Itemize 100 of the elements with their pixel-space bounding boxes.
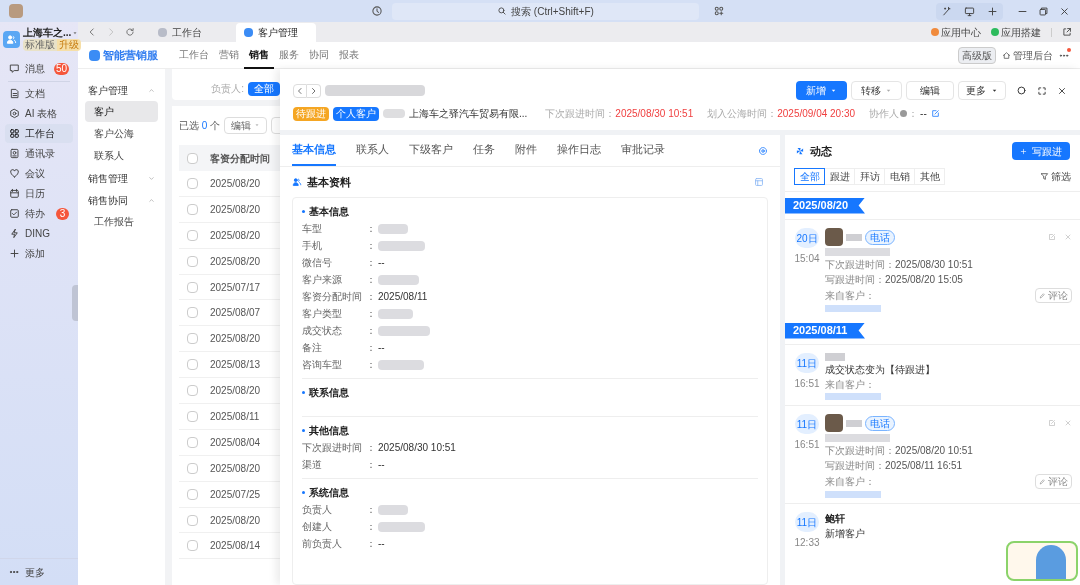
row-checkbox[interactable] xyxy=(187,462,198,474)
sidebar-item[interactable]: AI 表格 xyxy=(5,104,73,123)
caret-icon xyxy=(254,122,261,128)
previous-icon[interactable] xyxy=(293,83,307,98)
menu-group[interactable]: 客户管理 xyxy=(85,79,158,101)
redacted-block xyxy=(378,240,425,251)
row-checkbox[interactable] xyxy=(187,436,198,448)
plus-icon xyxy=(1020,147,1027,155)
row-checkbox[interactable] xyxy=(187,333,198,345)
next-icon[interactable] xyxy=(307,83,321,98)
filter-tab[interactable]: 其他 xyxy=(914,167,945,185)
detail-tab[interactable]: 任务 xyxy=(473,135,495,166)
popout-icon[interactable] xyxy=(1062,27,1072,37)
comment-button[interactable]: 评论 xyxy=(1035,288,1072,303)
detail-tab[interactable]: 下级客户 xyxy=(409,135,453,166)
search-field[interactable]: 搜索 (Ctrl+Shift+F) xyxy=(392,2,699,20)
gear-icon[interactable] xyxy=(758,145,768,156)
row-checkbox[interactable] xyxy=(187,281,198,293)
nav-tab[interactable]: 报表 xyxy=(334,41,364,69)
filter-tab[interactable]: 拜访 xyxy=(854,167,885,185)
row-checkbox[interactable] xyxy=(187,203,198,215)
row-checkbox[interactable] xyxy=(187,514,198,526)
row-checkbox[interactable] xyxy=(187,229,198,241)
window-tab[interactable]: 工作台 xyxy=(150,23,230,42)
filter-chip[interactable]: 全部 xyxy=(248,82,280,96)
colon-text: ： xyxy=(366,520,376,534)
org-name[interactable]: 上海车之... xyxy=(23,27,72,39)
close-icon[interactable] xyxy=(1059,5,1070,17)
nav-tab[interactable]: 工作台 xyxy=(174,41,214,69)
edit-icon[interactable] xyxy=(1048,419,1056,427)
detail-tab[interactable]: 联系人 xyxy=(356,135,389,166)
row-checkbox[interactable] xyxy=(187,359,198,371)
edit-button[interactable]: 编辑 xyxy=(906,81,954,100)
sidebar-item[interactable]: DING xyxy=(5,224,73,243)
row-checkbox[interactable] xyxy=(187,385,198,397)
menu-group[interactable]: 销售管理 xyxy=(85,167,158,189)
edit-dropdown[interactable]: 编辑 xyxy=(224,116,268,134)
row-checkbox[interactable] xyxy=(187,410,198,422)
sidebar-item[interactable]: 文档 xyxy=(5,84,73,103)
layout-icon[interactable] xyxy=(754,177,764,187)
app-link[interactable]: 应用中心 xyxy=(931,24,981,40)
menu-item[interactable]: 客户 xyxy=(85,101,158,122)
group-title: 基本信息 xyxy=(309,205,349,219)
app-link[interactable]: 应用搭建 xyxy=(991,24,1041,40)
wand-icon[interactable] xyxy=(941,5,952,17)
funnel-icon xyxy=(1040,171,1049,181)
field-label: 手机 xyxy=(302,239,323,253)
select-all-checkbox[interactable] xyxy=(187,152,198,164)
transfer-button[interactable]: 转移 xyxy=(851,81,902,100)
detail-tab[interactable]: 审批记录 xyxy=(621,135,665,166)
sidebar-item[interactable]: 日历 xyxy=(5,184,73,203)
row-checkbox[interactable] xyxy=(187,488,198,500)
menu-item[interactable]: 客户公海 xyxy=(85,123,158,144)
row-checkbox[interactable] xyxy=(187,255,198,267)
sidebar-item[interactable]: 工作台 xyxy=(5,124,73,143)
caret-icon[interactable] xyxy=(72,30,79,36)
monitor-icon[interactable] xyxy=(964,5,975,17)
nav-tab[interactable]: 服务 xyxy=(274,41,304,69)
row-checkbox[interactable] xyxy=(187,307,198,319)
sidebar-item[interactable]: 添加 xyxy=(5,244,73,263)
sidebar-item[interactable]: 待办 3 xyxy=(5,204,73,223)
history-icon[interactable] xyxy=(371,5,383,17)
menu-group[interactable]: 销售协同 xyxy=(85,189,158,211)
nav-tab[interactable]: 营销 xyxy=(214,41,244,69)
filter-tab[interactable]: 全部 xyxy=(794,167,825,185)
back-icon[interactable] xyxy=(87,27,97,37)
comment-button[interactable]: 评论 xyxy=(1035,474,1072,489)
close-icon[interactable] xyxy=(1057,85,1067,96)
sidebar-item[interactable]: 会议 xyxy=(5,164,73,183)
avatar-picture xyxy=(825,228,843,246)
row-checkbox[interactable] xyxy=(187,540,198,552)
detail-tab[interactable]: 附件 xyxy=(515,135,537,166)
detail-tab[interactable]: 操作日志 xyxy=(557,135,601,166)
nav-tab[interactable]: 协同 xyxy=(304,41,334,69)
sidebar-item[interactable]: 消息 50 xyxy=(5,59,73,78)
pencil-icon xyxy=(1039,478,1046,485)
write-followup-button[interactable]: 写跟进 xyxy=(1012,142,1070,160)
apps-icon[interactable] xyxy=(713,5,725,17)
sidebar-item[interactable]: 通讯录 xyxy=(5,144,73,163)
filter-button[interactable]: 筛选 xyxy=(1040,168,1071,184)
detail-tab[interactable]: 基本信息 xyxy=(292,135,336,166)
admin-link[interactable]: 管理后台 xyxy=(1002,47,1053,63)
filter-tab[interactable]: 电销 xyxy=(884,167,915,185)
window-tab[interactable]: 客户管理 xyxy=(236,23,316,42)
filter-tab[interactable]: 跟进 xyxy=(824,167,855,185)
forward-icon[interactable] xyxy=(106,27,116,37)
edit-icon[interactable] xyxy=(1048,233,1056,241)
more-button[interactable]: 更多 xyxy=(958,81,1006,100)
fullscreen-icon[interactable] xyxy=(1037,85,1047,96)
circle-icon[interactable] xyxy=(1016,85,1027,96)
menu-item[interactable]: 联系人 xyxy=(85,145,158,166)
plus-icon[interactable] xyxy=(987,5,998,17)
menu-item[interactable]: 工作报告 xyxy=(85,211,158,232)
row-checkbox[interactable] xyxy=(187,177,198,189)
collapse-handle[interactable] xyxy=(72,285,78,321)
app-center-icon xyxy=(931,28,939,36)
edit-icon[interactable] xyxy=(930,109,940,118)
new-button[interactable]: 新增 xyxy=(796,81,847,100)
refresh-icon[interactable] xyxy=(125,27,135,37)
restore-icon[interactable] xyxy=(1038,5,1049,17)
